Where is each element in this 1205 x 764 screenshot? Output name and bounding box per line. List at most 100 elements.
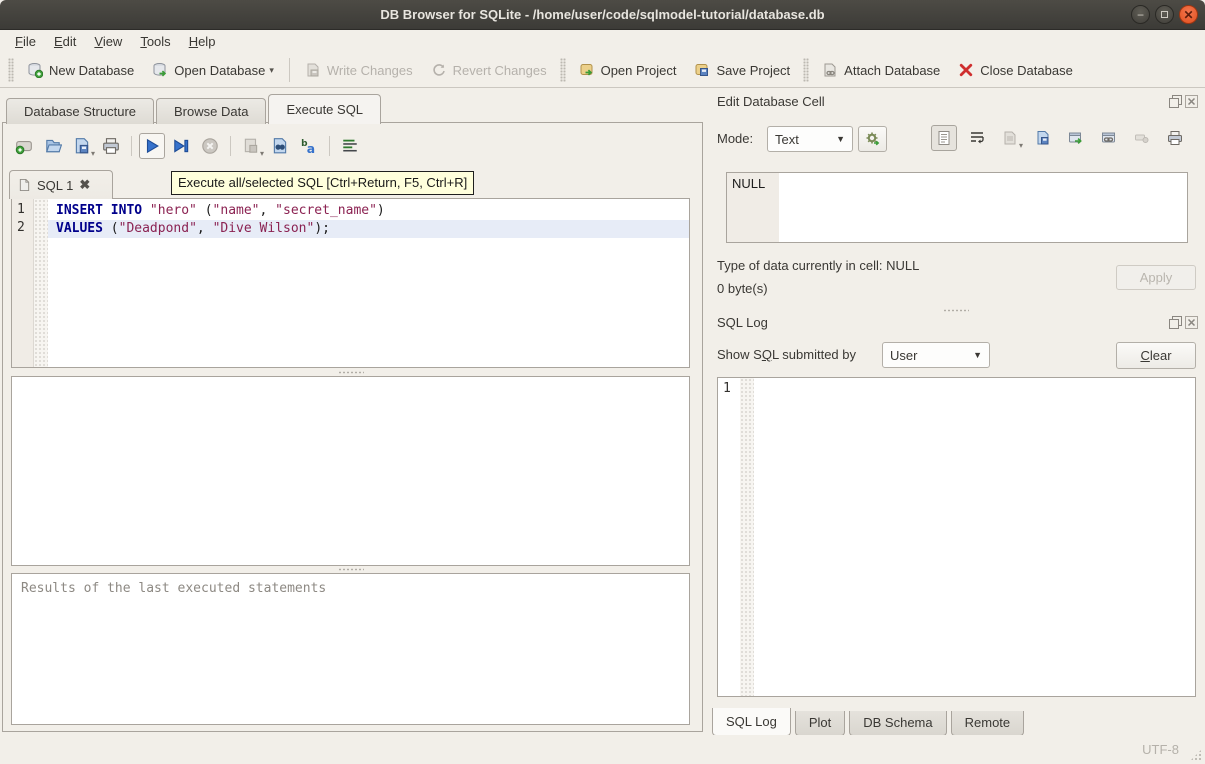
float-panel-icon[interactable] bbox=[1169, 95, 1182, 108]
cell-type-info: Type of data currently in cell: NULL bbox=[717, 258, 919, 273]
float-panel-icon[interactable] bbox=[1169, 316, 1182, 329]
find-button[interactable] bbox=[267, 133, 293, 159]
format-lines-icon bbox=[341, 137, 359, 155]
close-database-button[interactable]: Close Database bbox=[949, 57, 1082, 83]
toolbar-drag-handle[interactable] bbox=[560, 58, 566, 82]
line-number-gutter: 1 2 bbox=[12, 199, 34, 367]
wrap-lines-icon bbox=[969, 130, 985, 146]
write-changes-button[interactable]: Write Changes bbox=[296, 57, 422, 83]
attach-database-icon bbox=[822, 62, 838, 78]
open-external-button[interactable] bbox=[1063, 125, 1089, 151]
copy-link-button[interactable] bbox=[1096, 125, 1122, 151]
dock-tab-bar: SQL Log Plot DB Schema Remote bbox=[712, 708, 1024, 736]
set-null-button[interactable] bbox=[1129, 125, 1155, 151]
menu-help[interactable]: Help bbox=[180, 32, 225, 51]
app-window: DB Browser for SQLite - /home/user/code/… bbox=[0, 0, 1205, 764]
stop-button[interactable] bbox=[197, 133, 223, 159]
open-database-button[interactable]: Open Database ▾ bbox=[143, 57, 283, 83]
encoding-indicator[interactable]: UTF-8 bbox=[1142, 742, 1179, 757]
open-external-icon bbox=[1068, 130, 1084, 146]
menu-file[interactable]: File bbox=[6, 32, 45, 51]
autocomplete-button[interactable]: ba bbox=[296, 133, 322, 159]
log-filter-select[interactable]: User ▼ bbox=[882, 342, 990, 368]
close-panel-icon[interactable] bbox=[1185, 316, 1198, 329]
import-data-button[interactable]: ▾ bbox=[997, 125, 1023, 151]
close-sql-tab-icon[interactable]: ✖ bbox=[79, 177, 90, 193]
open-database-dropdown-icon[interactable]: ▾ bbox=[269, 65, 274, 78]
tab-remote[interactable]: Remote bbox=[951, 711, 1025, 736]
new-sql-tab-button[interactable] bbox=[11, 133, 37, 159]
code-line-2: VALUES ("Deadpond", "Dive Wilson"); bbox=[48, 220, 689, 238]
edit-cell-dock-controls bbox=[1169, 95, 1198, 108]
cell-value-editor[interactable]: NULL bbox=[726, 172, 1188, 243]
export-disabled-icon bbox=[242, 137, 260, 155]
mode-select[interactable]: Text ▼ bbox=[767, 126, 853, 152]
maximize-icon[interactable] bbox=[1155, 5, 1174, 24]
new-database-button[interactable]: New Database bbox=[18, 57, 143, 83]
dock-splitter-handle[interactable] bbox=[706, 307, 1205, 313]
tab-plot[interactable]: Plot bbox=[795, 711, 845, 736]
code-area[interactable]: INSERT INTO "hero" ("name", "secret_name… bbox=[48, 199, 689, 367]
tab-browse-data[interactable]: Browse Data bbox=[156, 98, 266, 124]
gear-icon bbox=[865, 131, 881, 147]
open-sql-file-button[interactable] bbox=[40, 133, 66, 159]
word-wrap-button[interactable] bbox=[964, 125, 990, 151]
open-file-icon bbox=[44, 137, 62, 155]
save-project-button[interactable]: Save Project bbox=[685, 57, 799, 83]
toolbar-drag-handle[interactable] bbox=[803, 58, 809, 82]
open-project-icon bbox=[579, 62, 595, 78]
chevron-down-icon: ▼ bbox=[836, 134, 845, 144]
sql-log-view[interactable]: 1 bbox=[717, 377, 1196, 697]
execute-line-button[interactable] bbox=[168, 133, 194, 159]
export-data-button[interactable] bbox=[1030, 125, 1056, 151]
play-to-line-icon bbox=[172, 137, 190, 155]
link-icon bbox=[1101, 130, 1117, 146]
print-cell-button[interactable] bbox=[1162, 125, 1188, 151]
close-icon[interactable]: ✕ bbox=[1179, 5, 1198, 24]
toolbar-drag-handle[interactable] bbox=[8, 58, 14, 82]
revert-changes-button[interactable]: Revert Changes bbox=[422, 57, 556, 83]
clear-log-button[interactable]: Clear bbox=[1116, 342, 1196, 369]
tab-db-schema[interactable]: DB Schema bbox=[849, 711, 946, 736]
tab-execute-sql[interactable]: Execute SQL bbox=[268, 94, 381, 124]
menu-view[interactable]: View bbox=[85, 32, 131, 51]
results-message-pane[interactable]: Results of the last executed statements bbox=[11, 573, 690, 725]
attach-database-button[interactable]: Attach Database bbox=[813, 57, 949, 83]
close-panel-icon[interactable] bbox=[1185, 95, 1198, 108]
apply-button[interactable]: Apply bbox=[1116, 265, 1196, 290]
splitter-handle[interactable] bbox=[11, 369, 690, 376]
format-sql-button[interactable] bbox=[337, 133, 363, 159]
sql-log-dock-controls bbox=[1169, 316, 1198, 329]
sql-editor[interactable]: 1 2 INSERT INTO "hero" ("name", "secret_… bbox=[11, 198, 690, 368]
log-line-number: 1 bbox=[718, 378, 740, 696]
tab-sql-log[interactable]: SQL Log bbox=[712, 708, 791, 736]
save-dropdown-icon[interactable]: ▾ bbox=[91, 149, 95, 158]
print-sql-button[interactable] bbox=[98, 133, 124, 159]
splitter-handle[interactable] bbox=[11, 566, 690, 573]
import-disabled-icon bbox=[1002, 130, 1018, 146]
write-changes-icon bbox=[305, 62, 321, 78]
menu-tools[interactable]: Tools bbox=[131, 32, 179, 51]
results-placeholder: Results of the last executed statements bbox=[12, 574, 689, 603]
title-bar[interactable]: DB Browser for SQLite - /home/user/code/… bbox=[0, 0, 1205, 30]
close-database-icon bbox=[958, 62, 974, 78]
sql-document-tab[interactable]: SQL 1 ✖ bbox=[9, 170, 113, 199]
results-grid-pane[interactable] bbox=[11, 376, 690, 566]
text-mode-toggle[interactable] bbox=[931, 125, 957, 151]
settings-button[interactable] bbox=[858, 126, 887, 152]
sql-log-panel-title: SQL Log bbox=[717, 315, 768, 330]
save-sql-file-button[interactable]: ▾ bbox=[69, 133, 95, 159]
open-database-icon bbox=[152, 62, 168, 78]
resize-grip[interactable] bbox=[1190, 749, 1202, 761]
save-file-icon bbox=[73, 137, 91, 155]
tab-database-structure[interactable]: Database Structure bbox=[6, 98, 154, 124]
cell-value: NULL bbox=[732, 176, 765, 191]
minimize-icon[interactable]: − bbox=[1131, 5, 1150, 24]
execute-all-button[interactable] bbox=[139, 133, 165, 159]
new-database-icon bbox=[27, 62, 43, 78]
printer-icon bbox=[1167, 130, 1183, 146]
export-results-button[interactable]: ▾ bbox=[238, 133, 264, 159]
execute-tooltip: Execute all/selected SQL [Ctrl+Return, F… bbox=[171, 171, 474, 195]
menu-edit[interactable]: Edit bbox=[45, 32, 85, 51]
open-project-button[interactable]: Open Project bbox=[570, 57, 686, 83]
